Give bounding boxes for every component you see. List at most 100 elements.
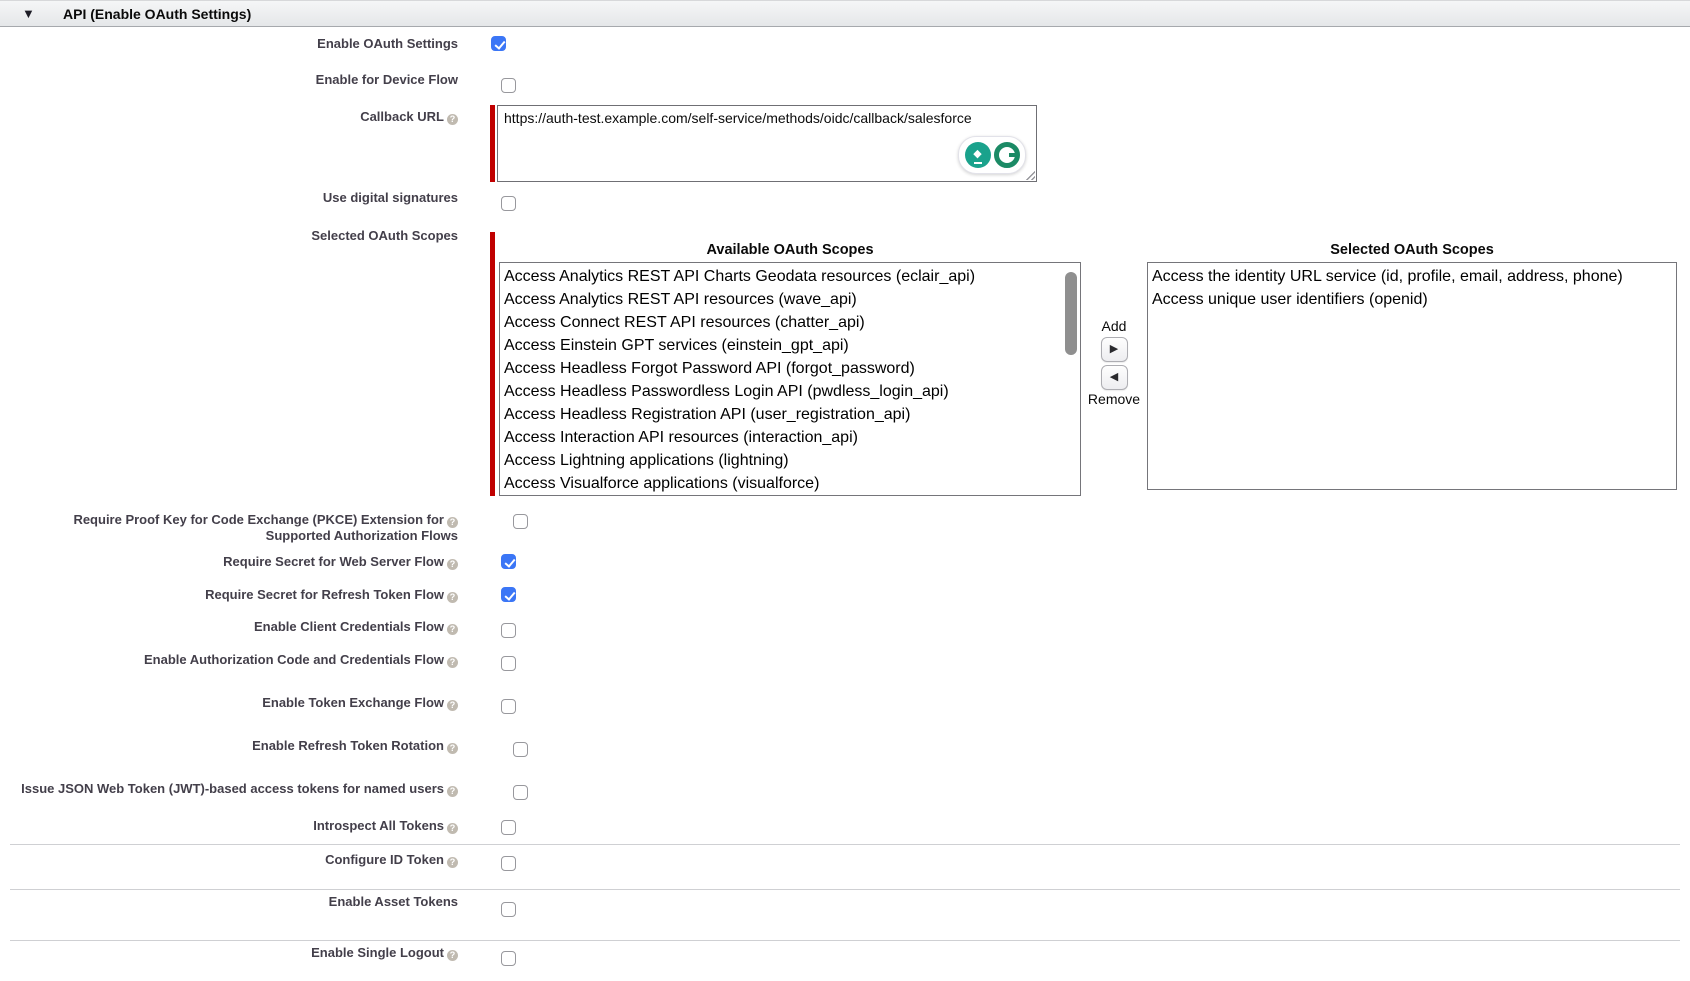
refresh-rotation-checkbox[interactable]: [513, 742, 528, 757]
asset-tokens-label: Enable Asset Tokens: [0, 894, 458, 909]
row-single-logout: Enable Single Logout?: [0, 945, 516, 966]
enable-oauth-checkbox[interactable]: [491, 36, 506, 51]
selected-scopes-listbox[interactable]: Access the identity URL service (id, pro…: [1147, 262, 1677, 490]
help-icon[interactable]: ?: [447, 592, 458, 603]
help-icon[interactable]: ?: [447, 786, 458, 797]
refresh-token-secret-checkbox[interactable]: [501, 587, 516, 602]
scope-option[interactable]: Access Analytics REST API Charts Geodata…: [500, 265, 1080, 288]
web-server-secret-checkbox[interactable]: [501, 554, 516, 569]
oauth-scopes-label: Selected OAuth Scopes: [0, 228, 458, 243]
scope-option[interactable]: Access Lightning applications (lightning…: [500, 449, 1080, 472]
collapse-triangle-icon[interactable]: ▼: [22, 6, 35, 21]
auth-code-credentials-label: Enable Authorization Code and Credential…: [0, 652, 458, 668]
help-icon[interactable]: ?: [447, 950, 458, 961]
help-icon[interactable]: ?: [447, 517, 458, 528]
scope-option[interactable]: Access Interaction API resources (intera…: [500, 426, 1080, 449]
refresh-token-secret-label: Require Secret for Refresh Token Flow?: [0, 587, 458, 603]
scope-option[interactable]: Access Connect REST API resources (chatt…: [500, 311, 1080, 334]
scope-option[interactable]: Access Headless Registration API (user_r…: [500, 403, 1080, 426]
help-icon[interactable]: ?: [447, 559, 458, 570]
row-device-flow: Enable for Device Flow: [0, 72, 516, 93]
add-label: Add: [1078, 318, 1150, 334]
row-digital-signatures: Use digital signatures: [0, 190, 516, 211]
callback-url-label: Callback URL?: [0, 105, 458, 125]
add-arrow-icon: ▶: [1110, 343, 1118, 355]
refresh-rotation-label: Enable Refresh Token Rotation?: [0, 738, 458, 754]
token-exchange-checkbox[interactable]: [501, 699, 516, 714]
row-token-exchange: Enable Token Exchange Flow?: [0, 695, 516, 714]
oauth-settings-section: ▼ API (Enable OAuth Settings) Enable OAu…: [0, 0, 1690, 981]
digital-signatures-label: Use digital signatures: [0, 190, 458, 205]
row-oauth-scopes: Selected OAuth Scopes: [0, 228, 458, 243]
introspect-label: Introspect All Tokens?: [0, 818, 458, 834]
help-icon[interactable]: ?: [447, 657, 458, 668]
scope-option[interactable]: Access Headless Passwordless Login API (…: [500, 380, 1080, 403]
row-callback-url: Callback URL? https://auth-test.example.…: [0, 105, 1037, 182]
single-logout-checkbox[interactable]: [501, 951, 516, 966]
required-field-bar: [490, 105, 495, 182]
scope-option[interactable]: Access Headless Forgot Password API (for…: [500, 357, 1080, 380]
row-enable-oauth: Enable OAuth Settings: [0, 36, 506, 51]
callback-url-value: https://auth-test.example.com/self-servi…: [504, 110, 972, 126]
configure-id-token-checkbox[interactable]: [501, 856, 516, 871]
scope-option[interactable]: Access Analytics REST API resources (wav…: [500, 288, 1080, 311]
help-icon[interactable]: ?: [447, 743, 458, 754]
row-client-credentials: Enable Client Credentials Flow?: [0, 619, 516, 638]
add-remove-controls: Add ▶ ◀ Remove: [1078, 318, 1150, 407]
client-credentials-label: Enable Client Credentials Flow?: [0, 619, 458, 635]
row-pkce: Require Proof Key for Code Exchange (PKC…: [0, 512, 528, 543]
scope-option[interactable]: Access Einstein GPT services (einstein_g…: [500, 334, 1080, 357]
row-asset-tokens: Enable Asset Tokens: [0, 894, 516, 917]
pkce-checkbox[interactable]: [513, 514, 528, 529]
resize-handle-icon[interactable]: [1024, 169, 1035, 180]
jwt-tokens-checkbox[interactable]: [513, 785, 528, 800]
section-divider: [10, 940, 1680, 941]
scope-option[interactable]: Access Visualforce applications (visualf…: [500, 472, 1080, 495]
grammarly-g-icon[interactable]: [994, 142, 1020, 168]
row-jwt-tokens: Issue JSON Web Token (JWT)-based access …: [0, 781, 528, 800]
scope-option[interactable]: Access unique user identifiers (openid): [1148, 288, 1676, 311]
scope-option[interactable]: Access the identity URL service (id, pro…: [1148, 265, 1676, 288]
help-icon[interactable]: ?: [447, 700, 458, 711]
remove-button[interactable]: ◀: [1101, 365, 1128, 390]
grammarly-lightbulb-icon[interactable]: ◆: [965, 142, 991, 168]
remove-arrow-icon: ◀: [1110, 371, 1118, 383]
auth-code-credentials-checkbox[interactable]: [501, 656, 516, 671]
row-refresh-rotation: Enable Refresh Token Rotation?: [0, 738, 528, 757]
jwt-tokens-label: Issue JSON Web Token (JWT)-based access …: [0, 781, 458, 797]
grammarly-widget[interactable]: ◆: [958, 136, 1026, 174]
row-refresh-token-secret: Require Secret for Refresh Token Flow?: [0, 587, 516, 603]
scrollbar-thumb[interactable]: [1065, 272, 1077, 355]
web-server-secret-label: Require Secret for Web Server Flow?: [0, 554, 458, 570]
help-icon[interactable]: ?: [447, 823, 458, 834]
row-configure-id-token: Configure ID Token?: [0, 852, 516, 871]
section-header: ▼ API (Enable OAuth Settings): [0, 0, 1690, 27]
available-scopes-header: Available OAuth Scopes: [499, 242, 1081, 258]
add-button[interactable]: ▶: [1101, 337, 1128, 362]
section-divider: [10, 889, 1680, 890]
help-icon[interactable]: ?: [447, 114, 458, 125]
enable-oauth-label: Enable OAuth Settings: [0, 36, 458, 51]
required-field-bar: [490, 232, 495, 496]
pkce-label: Require Proof Key for Code Exchange (PKC…: [0, 512, 458, 543]
help-icon[interactable]: ?: [447, 624, 458, 635]
section-divider: [10, 844, 1680, 845]
client-credentials-checkbox[interactable]: [501, 623, 516, 638]
device-flow-label: Enable for Device Flow: [0, 72, 458, 87]
device-flow-checkbox[interactable]: [501, 78, 516, 93]
help-icon[interactable]: ?: [447, 857, 458, 868]
remove-label: Remove: [1078, 391, 1150, 407]
configure-id-token-label: Configure ID Token?: [0, 852, 458, 868]
row-auth-code-credentials: Enable Authorization Code and Credential…: [0, 652, 516, 671]
digital-signatures-checkbox[interactable]: [501, 196, 516, 211]
introspect-checkbox[interactable]: [501, 820, 516, 835]
callback-url-input[interactable]: https://auth-test.example.com/self-servi…: [497, 105, 1037, 182]
single-logout-label: Enable Single Logout?: [0, 945, 458, 961]
asset-tokens-checkbox[interactable]: [501, 902, 516, 917]
row-web-server-secret: Require Secret for Web Server Flow?: [0, 554, 516, 570]
selected-scopes-header: Selected OAuth Scopes: [1147, 242, 1677, 258]
token-exchange-label: Enable Token Exchange Flow?: [0, 695, 458, 711]
available-scopes-listbox[interactable]: Access Analytics REST API Charts Geodata…: [499, 262, 1081, 496]
row-introspect: Introspect All Tokens?: [0, 818, 516, 835]
section-title: API (Enable OAuth Settings): [63, 6, 251, 22]
